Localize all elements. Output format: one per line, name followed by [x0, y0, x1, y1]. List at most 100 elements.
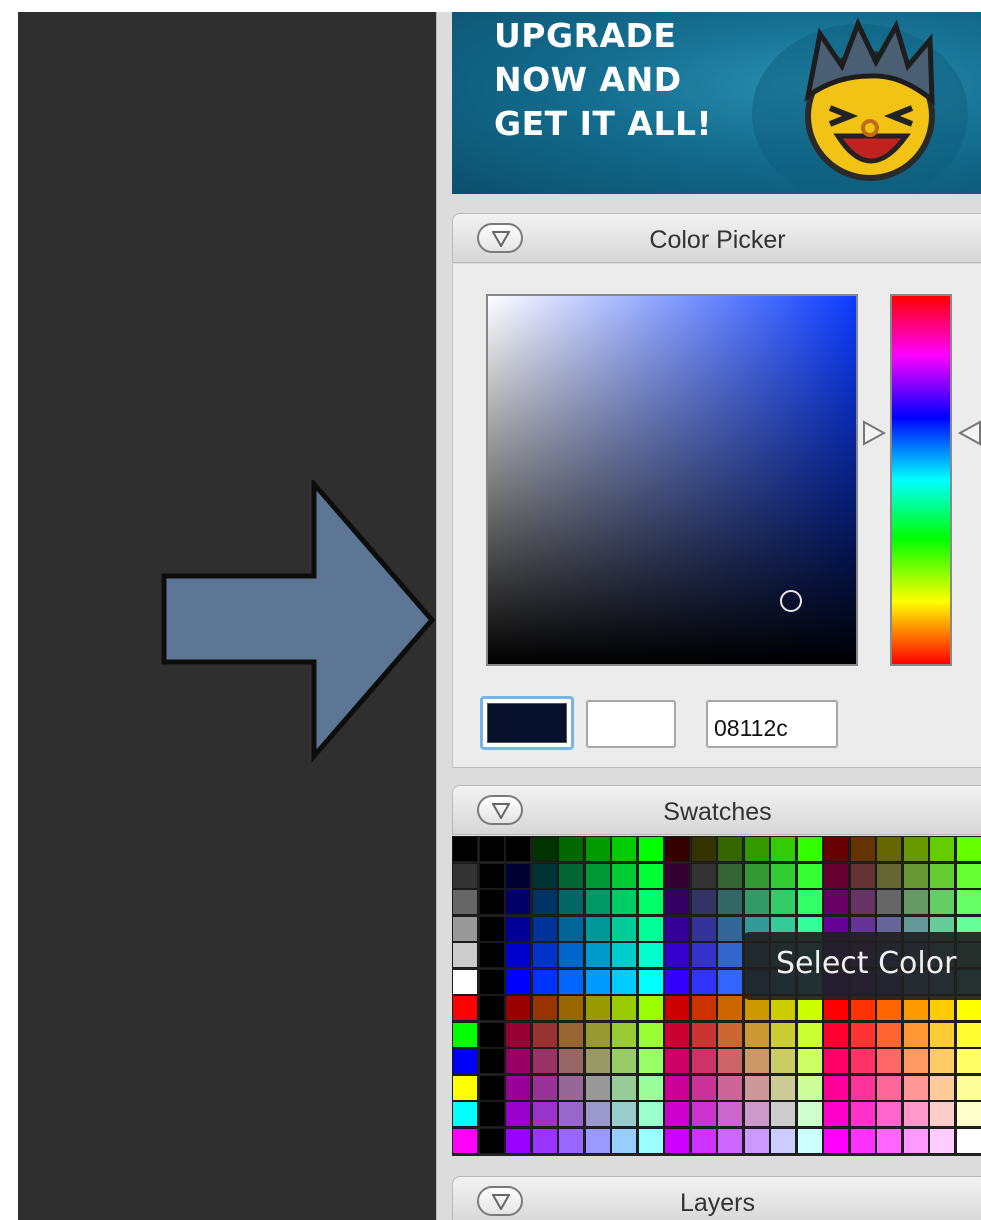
color-swatch[interactable] [558, 889, 584, 915]
color-swatch[interactable] [902, 862, 929, 889]
color-swatch[interactable] [637, 1074, 664, 1101]
color-swatch[interactable] [611, 1048, 637, 1074]
color-swatch[interactable] [452, 1127, 478, 1154]
color-swatch[interactable] [955, 1074, 981, 1101]
color-swatch[interactable] [955, 836, 981, 862]
hue-slider[interactable] [890, 294, 952, 666]
color-swatch[interactable] [876, 836, 902, 862]
color-swatch[interactable] [876, 1048, 902, 1074]
color-swatch[interactable] [478, 915, 505, 942]
color-swatch[interactable] [611, 1127, 637, 1154]
color-swatch[interactable] [478, 1101, 505, 1127]
color-swatch[interactable] [478, 1048, 505, 1074]
color-swatch[interactable] [478, 1127, 505, 1154]
color-swatch[interactable] [531, 889, 558, 915]
color-swatch[interactable] [929, 1101, 955, 1127]
color-swatch[interactable] [452, 862, 478, 889]
color-swatch[interactable] [611, 968, 637, 995]
color-swatch[interactable] [902, 889, 929, 915]
color-swatch[interactable] [611, 1074, 637, 1101]
color-swatch[interactable] [796, 862, 823, 889]
color-swatch[interactable] [452, 1021, 478, 1048]
color-swatch[interactable] [452, 889, 478, 915]
hex-color-input[interactable] [706, 700, 838, 748]
color-swatch[interactable] [637, 915, 664, 942]
color-swatch[interactable] [823, 1074, 849, 1101]
color-swatch[interactable] [664, 862, 690, 889]
color-swatch[interactable] [531, 942, 558, 968]
color-swatch[interactable] [637, 862, 664, 889]
color-swatch[interactable] [796, 1021, 823, 1048]
color-swatch[interactable] [505, 862, 531, 889]
color-swatch[interactable] [743, 889, 770, 915]
hue-marker-right-icon[interactable] [958, 420, 981, 446]
color-swatch[interactable] [902, 1021, 929, 1048]
color-swatch[interactable] [637, 1021, 664, 1048]
color-swatch[interactable] [611, 836, 637, 862]
color-swatch[interactable] [955, 862, 981, 889]
color-swatch[interactable] [849, 1127, 876, 1154]
color-swatch[interactable] [558, 1048, 584, 1074]
color-swatch[interactable] [690, 1048, 717, 1074]
color-swatch[interactable] [690, 995, 717, 1021]
color-swatch[interactable] [558, 1127, 584, 1154]
color-swatch[interactable] [637, 968, 664, 995]
color-swatch[interactable] [584, 836, 611, 862]
color-swatch[interactable] [452, 915, 478, 942]
color-swatch[interactable] [743, 1074, 770, 1101]
color-swatch[interactable] [584, 942, 611, 968]
color-swatch[interactable] [584, 968, 611, 995]
color-swatch[interactable] [558, 1074, 584, 1101]
color-swatch[interactable] [664, 1127, 690, 1154]
color-swatch[interactable] [664, 1074, 690, 1101]
saturation-value-square[interactable] [486, 294, 858, 666]
color-swatch[interactable] [478, 862, 505, 889]
swatches-header[interactable]: Swatches [452, 785, 981, 835]
color-swatch[interactable] [664, 968, 690, 995]
color-swatch[interactable] [929, 862, 955, 889]
color-swatch[interactable] [558, 836, 584, 862]
color-swatch[interactable] [849, 862, 876, 889]
color-swatch[interactable] [505, 836, 531, 862]
color-swatch[interactable] [770, 836, 796, 862]
color-swatch[interactable] [770, 1127, 796, 1154]
color-swatch[interactable] [558, 862, 584, 889]
color-swatch[interactable] [584, 889, 611, 915]
color-swatch[interactable] [611, 915, 637, 942]
color-swatch[interactable] [823, 1021, 849, 1048]
color-swatch[interactable] [558, 942, 584, 968]
color-swatch[interactable] [611, 1101, 637, 1127]
color-swatch[interactable] [690, 889, 717, 915]
color-swatch[interactable] [796, 1048, 823, 1074]
color-swatch[interactable] [664, 942, 690, 968]
color-swatch[interactable] [531, 862, 558, 889]
previous-color-swatch[interactable] [586, 700, 676, 748]
color-swatch[interactable] [505, 889, 531, 915]
color-swatch[interactable] [690, 915, 717, 942]
color-swatch[interactable] [929, 1074, 955, 1101]
color-swatch[interactable] [505, 915, 531, 942]
color-swatch[interactable] [531, 1101, 558, 1127]
color-swatch[interactable] [584, 1021, 611, 1048]
color-swatch[interactable] [478, 836, 505, 862]
color-swatch[interactable] [452, 968, 478, 995]
color-swatch[interactable] [611, 862, 637, 889]
color-swatch[interactable] [823, 1101, 849, 1127]
color-swatch[interactable] [664, 889, 690, 915]
color-swatch[interactable] [823, 836, 849, 862]
color-swatch[interactable] [478, 1021, 505, 1048]
color-swatch[interactable] [611, 995, 637, 1021]
color-swatch[interactable] [902, 1127, 929, 1154]
color-swatch[interactable] [743, 1101, 770, 1127]
color-swatch[interactable] [531, 995, 558, 1021]
color-swatch[interactable] [902, 1074, 929, 1101]
color-swatch[interactable] [637, 995, 664, 1021]
color-swatch[interactable] [452, 995, 478, 1021]
color-swatch[interactable] [505, 1048, 531, 1074]
color-swatch[interactable] [505, 995, 531, 1021]
color-swatch[interactable] [743, 1127, 770, 1154]
color-swatch[interactable] [955, 889, 981, 915]
color-swatch[interactable] [770, 1101, 796, 1127]
color-swatch[interactable] [955, 1127, 981, 1154]
color-swatch[interactable] [558, 1021, 584, 1048]
